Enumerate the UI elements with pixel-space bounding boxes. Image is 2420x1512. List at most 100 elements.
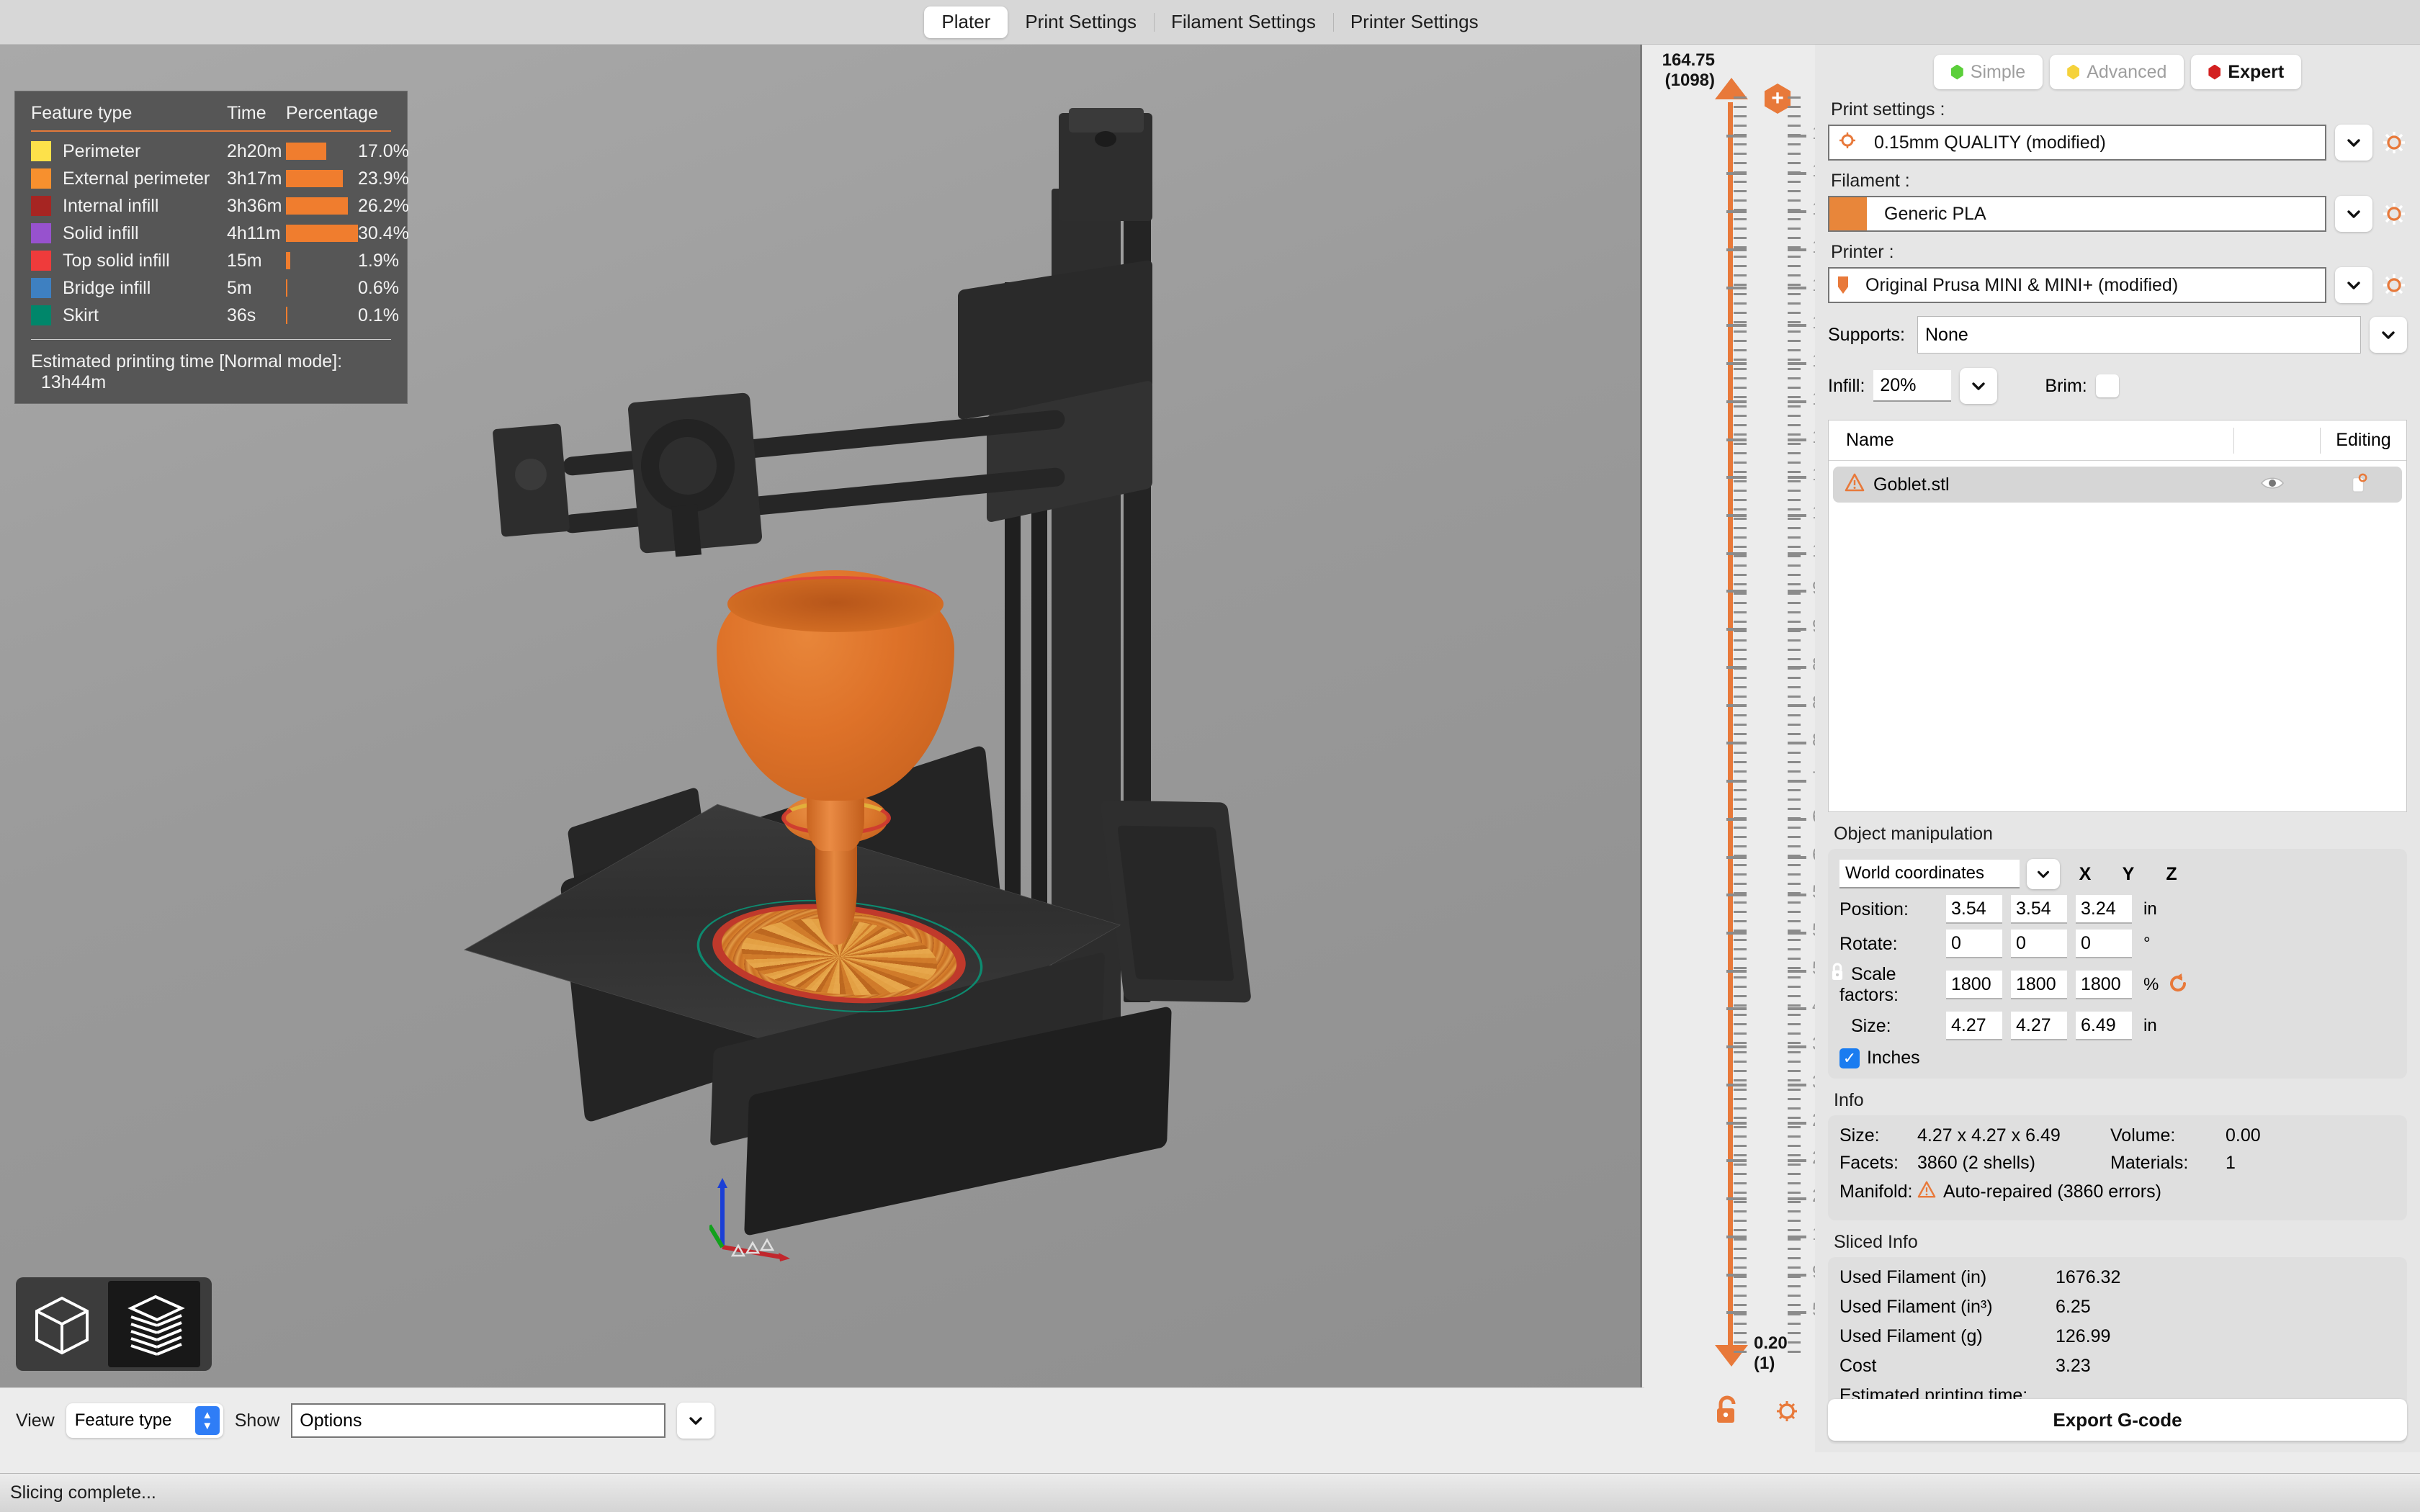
rotate-x-input[interactable]: 0 [1946, 930, 2002, 958]
layer-slider-minor-tick [1734, 1304, 1747, 1306]
show-dropdown-button[interactable] [677, 1403, 715, 1439]
layer-slider-major-tick [1788, 1007, 1806, 1011]
layer-slider-major-tick [1726, 665, 1747, 669]
tab-print-settings[interactable]: Print Settings [1008, 6, 1154, 38]
scale-y-input[interactable]: 1800 [2011, 971, 2067, 999]
layer-slider-minor-tick [1734, 901, 1747, 904]
layer-slider-minor-tick [1788, 864, 1801, 866]
chevron-down-icon [2347, 139, 2360, 147]
layer-slider-minor-tick [1788, 1154, 1801, 1156]
layer-slider-minor-tick [1734, 480, 1747, 482]
infill-brim-row: Infill: 20% Brim: [1828, 368, 2407, 404]
position-y-input[interactable]: 3.54 [2011, 895, 2067, 924]
supports-select[interactable]: None [1917, 316, 2361, 354]
printer-select[interactable]: Original Prusa MINI & MINI+ (modified) [1828, 267, 2326, 303]
view-mode-3d-editor-icon[interactable] [16, 1281, 108, 1367]
legend-row-pct: 0.1% [358, 305, 399, 325]
print-settings-dropdown-button[interactable] [2335, 125, 2372, 161]
inches-row[interactable]: ✓ Inches [1839, 1048, 2396, 1068]
layer-slider-minor-tick [1788, 958, 1801, 960]
layer-slider-minor-tick [1734, 96, 1747, 99]
infill-select[interactable]: 20% [1873, 370, 1952, 402]
size-y-input[interactable]: 4.27 [2011, 1012, 2067, 1040]
infill-value: 20% [1880, 374, 1917, 395]
print-settings-select[interactable]: 0.15mm QUALITY (modified) [1828, 125, 2326, 161]
inches-checkbox[interactable]: ✓ [1839, 1048, 1860, 1068]
scale-x-input[interactable]: 1800 [1946, 971, 2002, 999]
object-list-row[interactable]: Goblet.stl [1833, 467, 2402, 503]
supports-dropdown-button[interactable] [2370, 317, 2407, 353]
layer-slider-minor-tick [1788, 621, 1801, 623]
export-gcode-button[interactable]: Export G-code [1828, 1399, 2407, 1441]
layer-slider-minor-tick [1788, 995, 1801, 997]
mode-button-expert[interactable]: Expert [2191, 55, 2302, 89]
layer-slider-minor-tick [1734, 789, 1747, 791]
info-size-value: 4.27 x 4.27 x 6.49 [1917, 1125, 2061, 1146]
legend-row: Skirt 36s 0.1% [31, 302, 399, 329]
layer-slider-minor-tick [1788, 873, 1801, 876]
view-mode-toggle[interactable] [16, 1277, 212, 1371]
printer-dropdown-button[interactable] [2335, 267, 2372, 303]
filament-dropdown-button[interactable] [2335, 196, 2372, 232]
position-z-input[interactable]: 3.24 [2076, 895, 2132, 924]
show-select[interactable]: Options [291, 1403, 666, 1438]
layer-slider-minor-tick [1788, 499, 1801, 501]
scale-z-input[interactable]: 1800 [2076, 971, 2132, 999]
rotate-y-input[interactable]: 0 [2011, 930, 2067, 958]
layer-slider-lock-icon[interactable] [1712, 1395, 1742, 1426]
reset-scale-icon[interactable] [2167, 972, 2189, 999]
size-unit: in [2143, 1016, 2157, 1035]
printer-gear-icon[interactable] [2381, 272, 2407, 298]
object-editing-icon[interactable] [2316, 472, 2402, 498]
layer-slider-minor-tick [1788, 96, 1801, 99]
filament-value: Generic PLA [1884, 203, 1986, 224]
size-z-input[interactable]: 6.49 [2076, 1012, 2132, 1040]
brim-checkbox[interactable] [2095, 374, 2119, 397]
layer-slider-major-tick [1788, 590, 1806, 593]
layer-slider-minor-tick [1788, 302, 1801, 305]
layer-slider-major-tick [1726, 1235, 1747, 1238]
infill-dropdown-button[interactable] [1960, 368, 1998, 404]
view-stepper-icon[interactable]: ▲ ▼ [194, 1406, 220, 1435]
status-bar-text: Slicing complete... [10, 1482, 156, 1503]
layer-slider-minor-tick [1734, 555, 1747, 557]
layer-slider-minor-tick [1734, 808, 1747, 810]
layer-slider-minor-tick [1788, 1248, 1801, 1250]
layer-slider[interactable]: 164.75 (1098) + 159.95155.00149.90144.95… [1644, 45, 1867, 1452]
layer-slider-minor-tick [1788, 1079, 1801, 1081]
scale-x-value: 1800 [1951, 973, 1991, 994]
layer-slider-minor-tick [1788, 1023, 1801, 1025]
layer-slider-minor-tick [1734, 162, 1747, 164]
mode-button-advanced[interactable]: Advanced [2050, 55, 2184, 89]
layer-slider-minor-tick [1788, 901, 1801, 904]
layer-slider-minor-tick [1734, 1032, 1747, 1035]
layer-slider-major-tick [1788, 932, 1806, 935]
coord-system-dropdown-button[interactable] [2027, 859, 2060, 889]
position-x-input[interactable]: 3.54 [1946, 895, 2002, 924]
layer-slider-minor-tick [1734, 302, 1747, 305]
view-select[interactable]: Feature type ▲ ▼ [66, 1403, 223, 1438]
mode-button-simple[interactable]: Simple [1933, 55, 2043, 89]
layer-slider-minor-tick [1788, 480, 1801, 482]
3d-viewport[interactable]: Feature type Time Percentage Perimeter 2… [0, 45, 1642, 1387]
uniform-scale-lock-icon[interactable] [1829, 961, 1845, 988]
view-select-value: Feature type [74, 1410, 172, 1430]
tab-plater[interactable]: Plater [924, 6, 1008, 38]
layer-slider-minor-tick [1788, 377, 1801, 379]
layer-slider-minor-tick [1734, 181, 1747, 183]
object-visibility-eye-icon[interactable] [2229, 474, 2316, 495]
view-mode-preview-icon[interactable] [108, 1281, 200, 1367]
print-settings-gear-icon[interactable] [2381, 130, 2407, 156]
rotate-z-input[interactable]: 0 [2076, 930, 2132, 958]
layer-slider-minor-tick [1788, 321, 1801, 323]
layer-slider-gear-icon[interactable] [1775, 1400, 1798, 1423]
filament-select[interactable]: Generic PLA [1828, 196, 2326, 232]
size-x-input[interactable]: 4.27 [1946, 1012, 2002, 1040]
tab-filament-settings[interactable]: Filament Settings [1153, 6, 1333, 38]
printer-z-motor-shaft [1095, 131, 1116, 147]
coord-system-select[interactable]: World coordinates [1839, 860, 2020, 888]
layer-slider-minor-tick [1734, 518, 1747, 520]
legend-swatch [31, 223, 51, 243]
tab-printer-settings[interactable]: Printer Settings [1332, 6, 1496, 38]
filament-gear-icon[interactable] [2381, 201, 2407, 227]
